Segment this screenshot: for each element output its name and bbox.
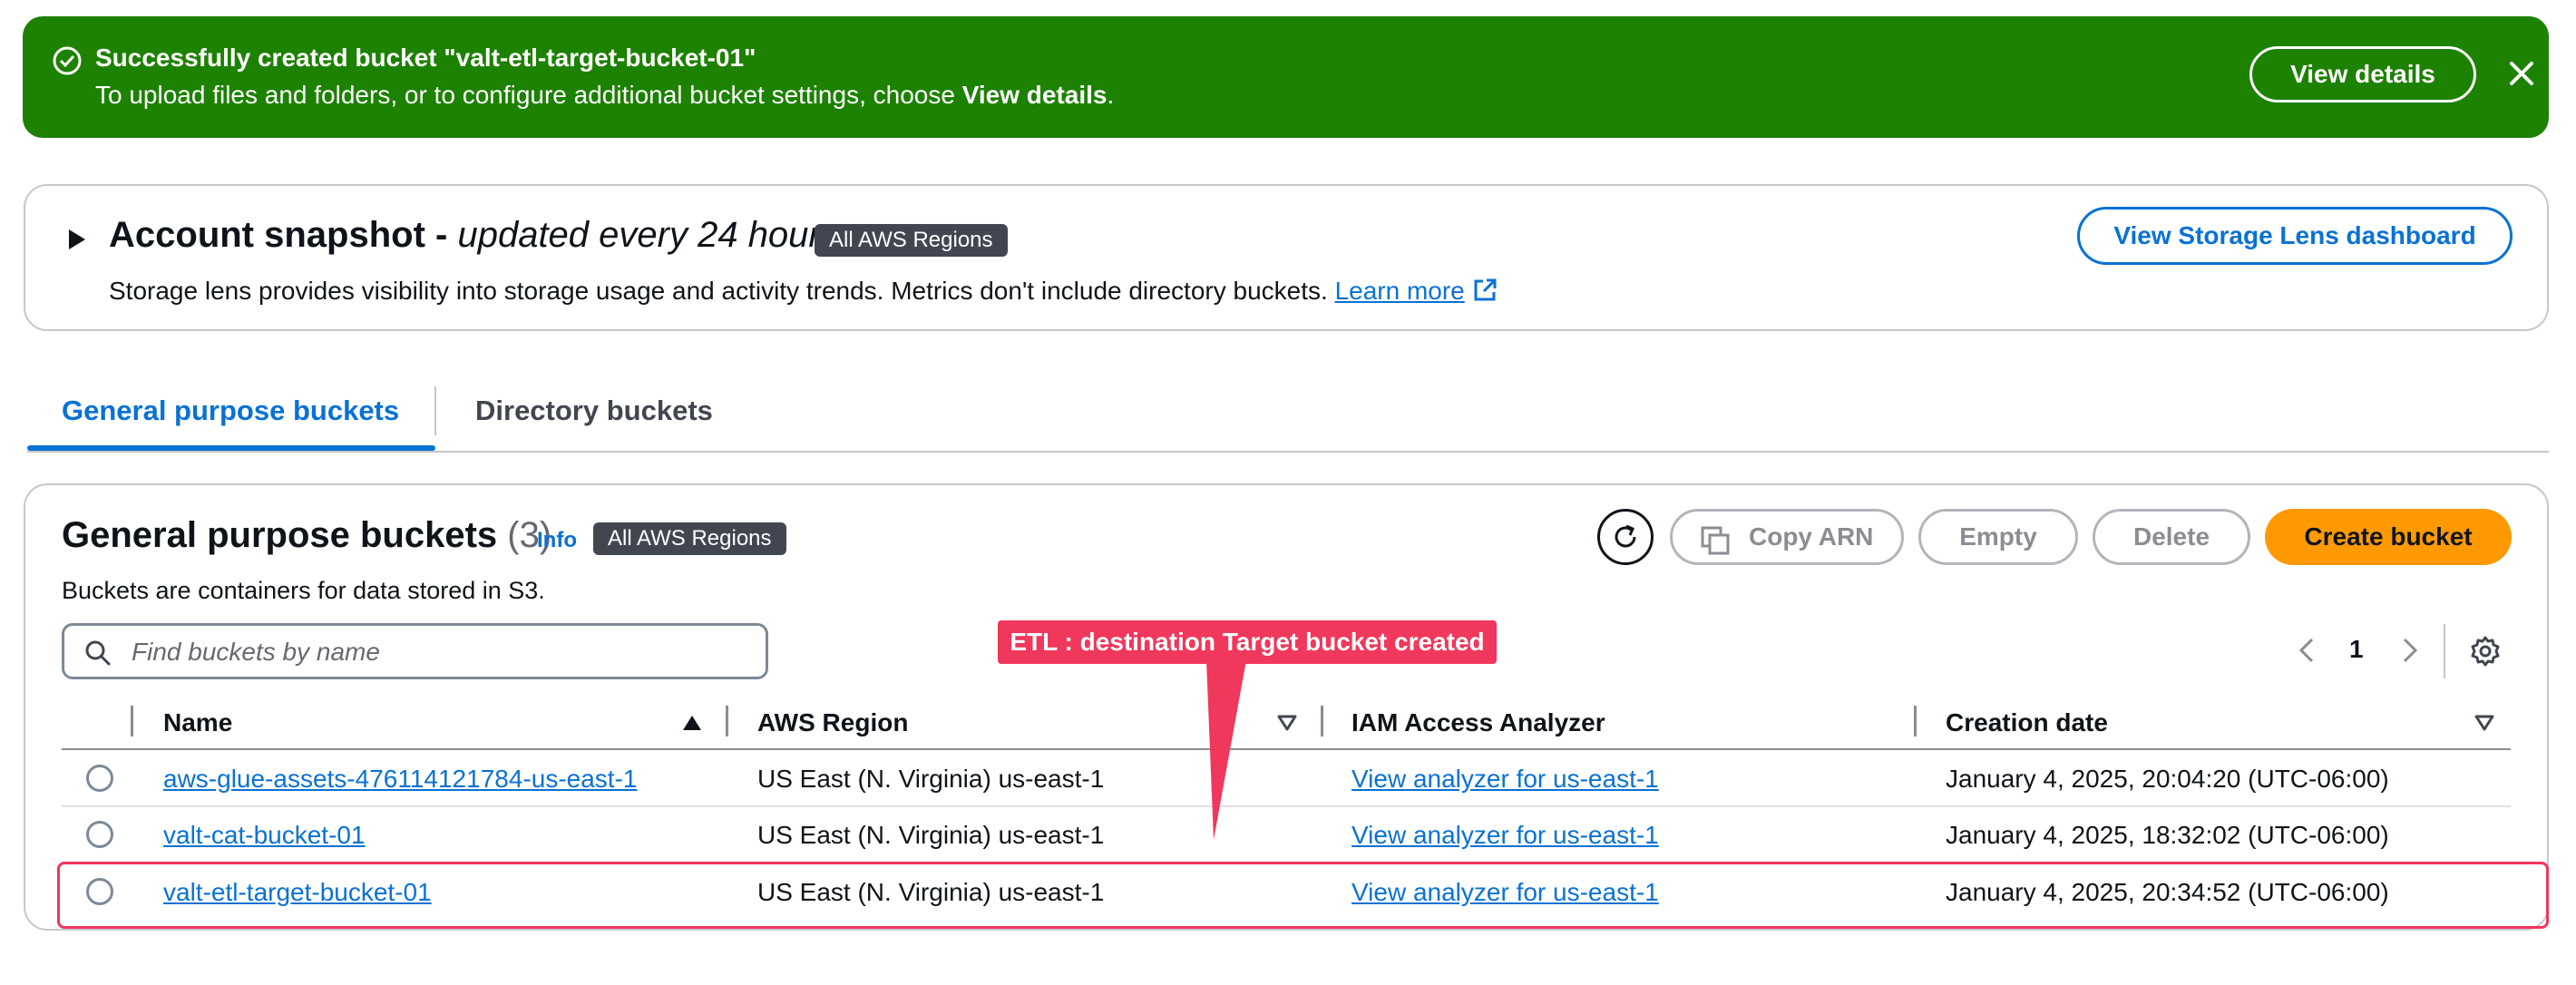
search-field[interactable]	[62, 623, 768, 679]
column-header-name[interactable]: Name	[163, 708, 232, 737]
tabs-baseline	[27, 451, 2549, 453]
success-check-icon	[53, 46, 82, 75]
create-bucket-button[interactable]: Create bucket	[2265, 509, 2512, 565]
column-divider	[726, 706, 728, 736]
expand-caret-icon[interactable]	[67, 228, 87, 251]
bucket-creation-date: January 4, 2025, 18:32:02 (UTC-06:00)	[1946, 821, 2389, 849]
bucket-region: US East (N. Virginia) us-east-1	[757, 821, 1105, 849]
column-header-creation-date[interactable]: Creation date	[1946, 708, 2108, 737]
regions-badge: All AWS Regions	[815, 224, 1008, 257]
current-page-number[interactable]: 1	[2349, 635, 2364, 664]
copy-icon	[1701, 526, 1730, 555]
column-divider	[1914, 706, 1917, 736]
bucket-creation-date: January 4, 2025, 20:04:20 (UTC-06:00)	[1946, 765, 2389, 793]
account-snapshot-title[interactable]: Account snapshot - updated every 24 hour…	[109, 215, 839, 256]
copy-arn-label: Copy ARN	[1749, 522, 1874, 551]
row-select-radio[interactable]	[86, 765, 113, 792]
refresh-icon	[1615, 524, 1636, 548]
regions-badge: All AWS Regions	[593, 522, 786, 555]
flash-title: Successfully created bucket "valt-etl-ta…	[95, 44, 756, 72]
bucket-name-link[interactable]: aws-glue-assets-476114121784-us-east-1	[163, 765, 637, 794]
tab-divider	[434, 386, 436, 435]
delete-button[interactable]: Delete	[2093, 509, 2250, 565]
close-icon[interactable]	[2506, 58, 2537, 89]
pagination-divider	[2444, 624, 2445, 678]
sort-ascending-icon[interactable]	[682, 715, 702, 731]
column-header-region[interactable]: AWS Region	[757, 708, 908, 737]
column-divider	[1321, 706, 1323, 736]
account-snapshot-panel: Account snapshot - updated every 24 hour…	[24, 184, 2549, 331]
annotation-highlight-box	[57, 862, 2549, 929]
column-header-analyzer[interactable]: IAM Access Analyzer	[1351, 708, 1605, 737]
bucket-region: US East (N. Virginia) us-east-1	[757, 765, 1105, 793]
next-page-icon[interactable]	[2401, 637, 2419, 664]
sort-toggle-icon[interactable]	[1277, 715, 1297, 731]
snapshot-title-italic: updated every 24 hours	[457, 215, 839, 255]
gear-icon[interactable]	[2469, 635, 2502, 668]
copy-arn-button[interactable]: Copy ARN	[1670, 509, 1904, 565]
buckets-description: Buckets are containers for data stored i…	[62, 577, 545, 604]
view-storage-lens-button[interactable]: View Storage Lens dashboard	[2077, 207, 2513, 265]
previous-page-icon[interactable]	[2298, 637, 2316, 664]
search-icon	[85, 640, 111, 666]
flash-message: To upload files and folders, or to confi…	[95, 81, 1114, 110]
view-analyzer-link[interactable]: View analyzer for us-east-1	[1351, 821, 1659, 850]
annotation-pointer	[1206, 660, 1246, 840]
tab-general-purpose-buckets[interactable]: General purpose buckets	[62, 395, 399, 427]
buckets-title-text: General purpose buckets	[62, 515, 498, 555]
row-divider	[62, 805, 2511, 807]
sort-toggle-icon[interactable]	[2474, 715, 2494, 731]
snapshot-title-bold: Account snapshot -	[109, 215, 458, 255]
info-link[interactable]: Info	[537, 528, 577, 553]
row-select-radio[interactable]	[86, 821, 113, 848]
table-header-divider	[62, 748, 2511, 750]
snapshot-description: Storage lens provides visibility into st…	[109, 277, 1498, 306]
tab-directory-buckets[interactable]: Directory buckets	[475, 395, 713, 427]
column-divider	[131, 706, 133, 736]
flash-message-end: .	[1107, 81, 1115, 109]
external-link-icon[interactable]	[1472, 278, 1498, 303]
flash-message-text: To upload files and folders, or to confi…	[95, 81, 962, 109]
active-tab-indicator	[27, 445, 435, 451]
flash-message-bold: View details	[961, 81, 1107, 109]
refresh-button[interactable]	[1597, 509, 1654, 565]
buckets-panel-title: General purpose buckets (3)	[62, 515, 551, 556]
learn-more-link[interactable]: Learn more	[1335, 277, 1465, 305]
bucket-name-link[interactable]: valt-cat-bucket-01	[163, 821, 366, 850]
search-input[interactable]	[130, 633, 750, 671]
annotation-label: ETL : destination Target bucket created	[998, 620, 1497, 664]
snapshot-description-text: Storage lens provides visibility into st…	[109, 277, 1328, 305]
view-details-button[interactable]: View details	[2249, 46, 2476, 102]
view-analyzer-link[interactable]: View analyzer for us-east-1	[1351, 765, 1659, 794]
success-flash-banner: Successfully created bucket "valt-etl-ta…	[23, 16, 2549, 138]
empty-button[interactable]: Empty	[1918, 509, 2078, 565]
